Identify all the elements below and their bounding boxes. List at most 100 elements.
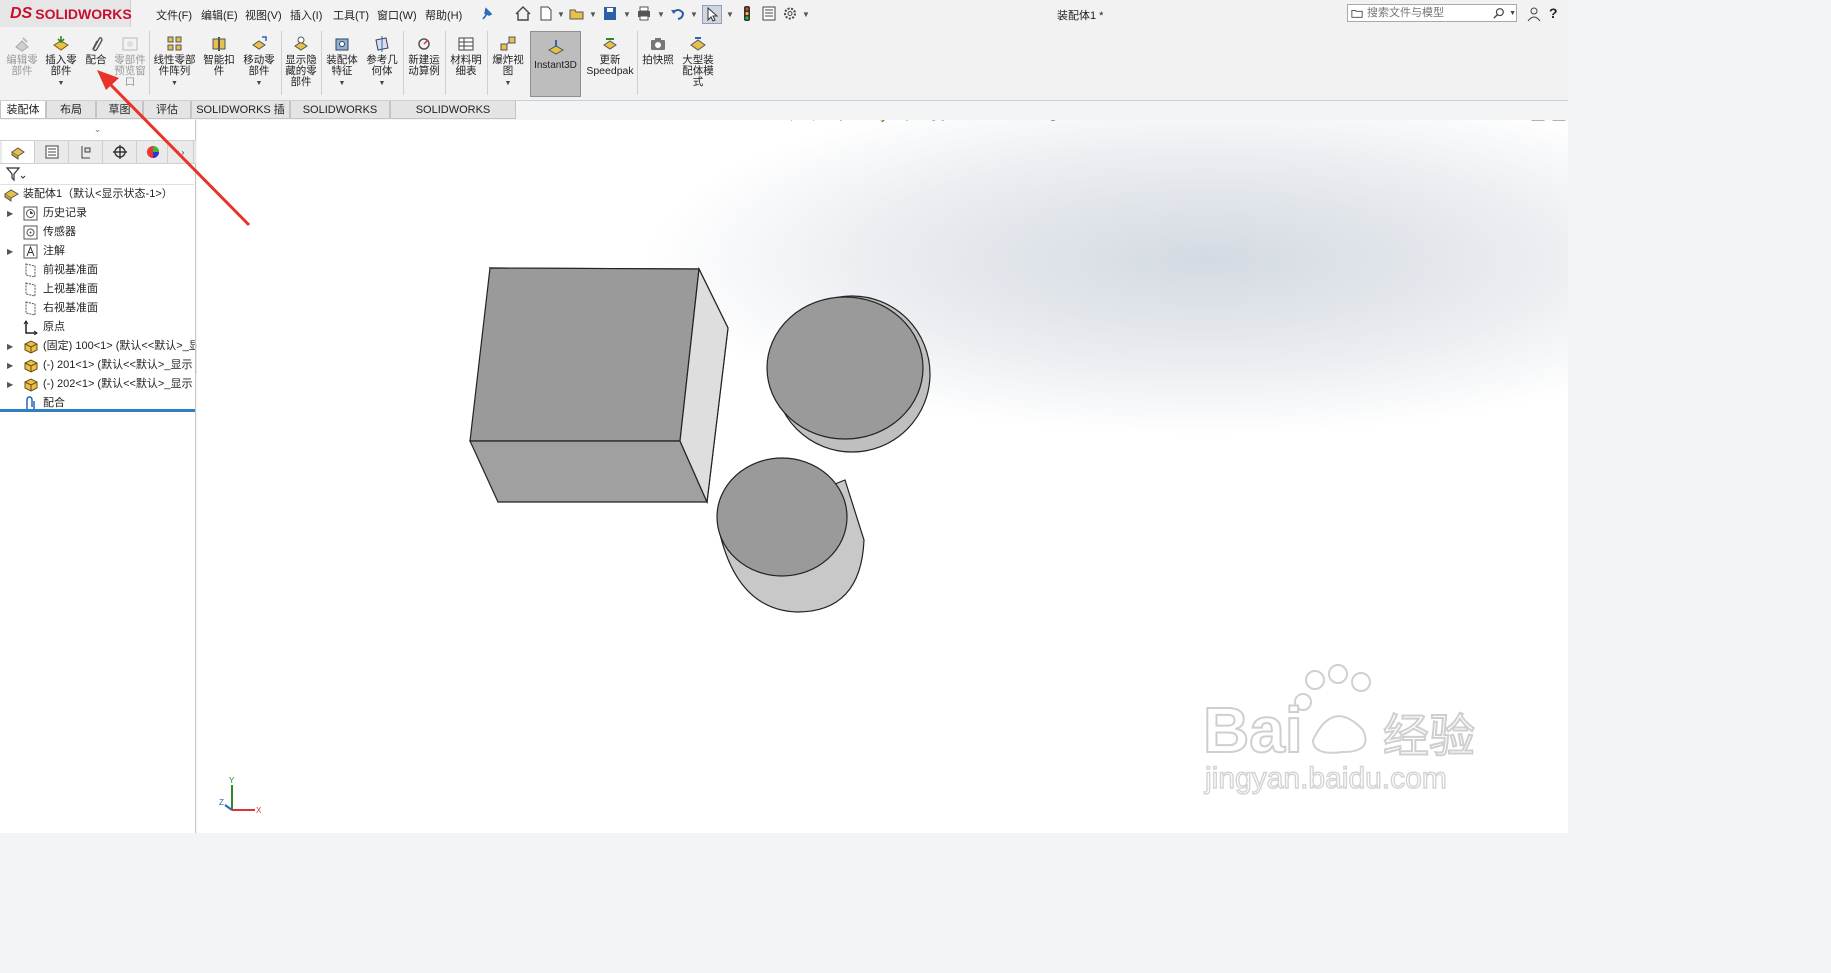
user-icon[interactable] [1525,5,1543,22]
solidworks-logo[interactable]: DS SOLIDWORKS [0,0,132,27]
tree-item-annotations[interactable]: ▶ 注解 [0,242,195,261]
tab-assembly[interactable]: 装配体 [0,101,46,119]
menu-window[interactable]: 窗口(W) [377,7,417,23]
new-document-icon[interactable] [537,5,555,22]
previous-view-icon[interactable] [811,120,827,122]
tree-item-front-plane[interactable]: 前视基准面 [0,261,195,280]
insert-component-button[interactable]: 插入零 部件 ▼ [42,27,80,97]
exploded-view-button[interactable]: 爆炸视 图 ▼ [489,27,527,97]
box-part-front-face[interactable] [469,267,700,442]
expand-arrow-icon[interactable]: ▶ [7,375,13,394]
print-icon[interactable] [635,5,653,22]
expand-arrow-icon[interactable]: ▶ [7,242,13,261]
menu-insert[interactable]: 插入(I) [290,7,322,23]
chevron-down-icon[interactable]: ▼ [623,10,631,19]
box-part-bottom-face[interactable] [469,440,708,503]
gear-icon[interactable] [781,5,799,22]
chevron-down-icon[interactable]: ▼ [690,10,698,19]
tab-solidworks-addins[interactable]: SOLIDWORKS 插件 [191,101,290,134]
instant3d-button[interactable]: Instant3D [530,31,581,97]
move-component-button[interactable]: 移动零 部件 ▼ [240,27,278,97]
tree-item-part-201[interactable]: ▶ (-) 201<1> (默认<<默认>_显示 [0,356,195,375]
bill-of-materials-button[interactable]: 材料明 细表 [448,27,484,97]
chevron-down-icon[interactable]: ▼ [557,10,565,19]
tree-item-right-plane[interactable]: 右视基准面 [0,299,195,318]
cylinder-part-top-face[interactable] [716,457,848,577]
pin-icon[interactable] [478,5,496,22]
new-motion-study-button[interactable]: 新建运 动算例 [405,27,443,97]
menu-help[interactable]: 帮助(H) [425,7,462,23]
expand-pane-icon[interactable] [1531,120,1545,121]
smart-fasteners-button[interactable]: 智能扣 件 [201,27,237,97]
search-icon[interactable] [1493,6,1505,20]
dynamic-annotation-icon[interactable] [855,120,871,122]
chevron-down-icon[interactable]: ▼ [42,78,80,89]
tab-solidworks-mbd[interactable]: SOLIDWORKS MBD [290,101,390,134]
linear-pattern-button[interactable]: 线性零部 件阵列 ▼ [151,27,198,97]
property-manager-tab[interactable] [36,141,69,163]
tab-layout[interactable]: 布局 [46,101,96,119]
hide-show-eye-icon[interactable] [961,120,977,122]
update-speedpak-button[interactable]: 更新 Speedpak [586,27,634,97]
zoom-to-fit-icon[interactable] [767,120,783,122]
dimxpert-manager-tab[interactable] [104,141,137,163]
edit-appearance-icon[interactable] [992,120,1008,122]
tree-item-part-100[interactable]: ▶ (固定) 100<1> (默认<<默认>_显 [0,337,195,356]
rebuild-traffic-light-icon[interactable] [738,5,756,22]
mate-button[interactable]: 配合 [82,27,110,97]
tab-evaluate[interactable]: 评估 [143,101,191,119]
reference-geometry-button[interactable]: 参考几 何体 ▼ [363,27,401,97]
menu-tools[interactable]: 工具(T) [333,7,369,23]
file-properties-icon[interactable] [760,5,778,22]
chevron-down-icon[interactable]: ▼ [657,10,665,19]
expand-arrow-icon[interactable]: ▶ [7,204,13,223]
help-question-icon[interactable]: ? [1549,5,1558,21]
view-orientation-icon[interactable] [745,120,761,122]
select-cursor-icon[interactable] [702,5,722,24]
save-icon[interactable] [601,5,619,22]
display-style-icon[interactable] [930,120,946,122]
tree-rollback-bar[interactable] [0,409,195,412]
chevron-down-icon[interactable]: ▼ [589,10,597,19]
open-folder-icon[interactable] [568,5,586,22]
zoom-to-area-icon[interactable] [789,120,805,122]
show-hidden-components-button[interactable]: 显示隐 藏的零 部件 [283,27,319,97]
chevron-down-icon[interactable]: ▼ [240,78,278,89]
take-snapshot-button[interactable]: 拍快照 [639,27,677,97]
tree-item-sensors[interactable]: 传感器 [0,223,195,242]
tab-solidworks-inspection[interactable]: SOLIDWORKS Inspection [390,101,516,134]
menu-file[interactable]: 文件(F) [156,7,192,23]
search-input[interactable] [1363,6,1488,20]
chevron-down-icon[interactable]: ▼ [363,78,401,89]
monitor-settings-icon[interactable] [1045,120,1061,122]
view-orientation-cube-icon[interactable] [899,120,915,122]
filter-funnel-icon[interactable] [5,166,27,182]
chevron-down-icon[interactable]: ▼ [802,10,810,19]
tree-item-origin[interactable]: 原点 [0,318,195,337]
expand-arrow-icon[interactable]: ▶ [7,356,13,375]
chevron-down-icon[interactable]: ▼ [323,78,361,89]
tree-root-assembly[interactable]: 装配体1（默认<显示状态-1>） [0,185,195,204]
tree-item-part-202[interactable]: ▶ (-) 202<1> (默认<<默认>_显示 [0,375,195,394]
expand-arrow-icon[interactable]: ▶ [7,337,13,356]
feature-manager-tab[interactable] [2,141,35,163]
configuration-manager-tab[interactable] [70,141,103,163]
display-manager-tab[interactable] [138,141,168,163]
large-assembly-mode-button[interactable]: 大型装 配体模 式 [679,27,717,97]
tab-sketch[interactable]: 草图 [96,101,143,119]
chevron-down-icon[interactable]: ▼ [151,78,198,89]
chevron-down-icon[interactable]: ▼ [726,10,734,19]
edit-component-button[interactable]: 编辑零 部件 [4,27,40,97]
home-icon[interactable] [514,5,532,22]
apply-scene-icon[interactable] [1014,120,1030,122]
panel-collapse-handle[interactable]: ⌄ [0,120,195,138]
component-preview-button[interactable]: 零部件 预览窗 口 [112,27,148,97]
section-view-icon[interactable] [833,120,849,122]
assembly-features-button[interactable]: 装配体 特征 ▼ [323,27,361,97]
view-settings-icon[interactable] [877,120,893,122]
menu-view[interactable]: 视图(V) [245,7,282,23]
disc-part-top-face[interactable] [766,296,924,440]
undo-icon[interactable] [669,5,687,22]
panel-tabs-scroll[interactable]: ‹ › [168,141,194,163]
menu-edit[interactable]: 编辑(E) [201,7,238,23]
